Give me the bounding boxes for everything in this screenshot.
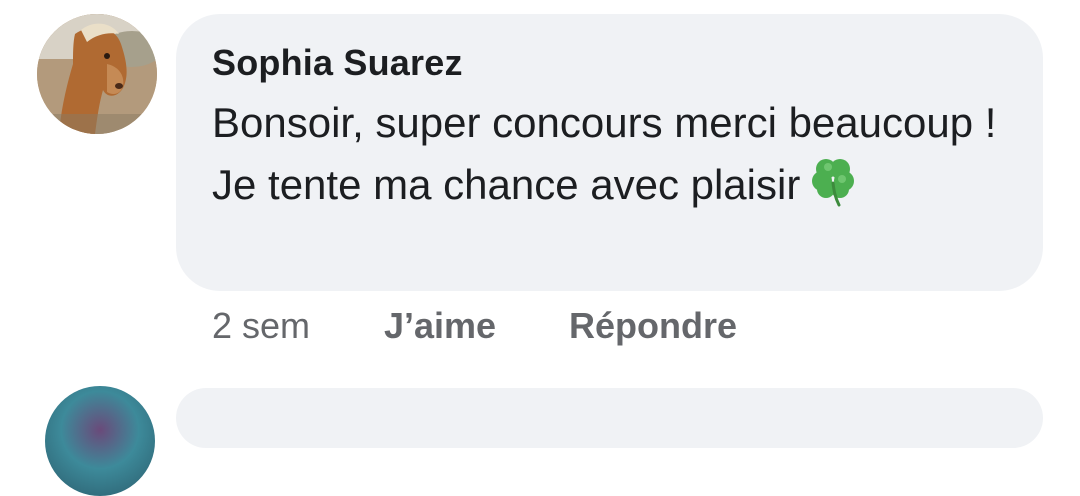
four-leaf-clover-icon	[806, 153, 860, 207]
timestamp[interactable]: 2 sem	[212, 305, 310, 347]
comment-bubble: Sophia Suarez Bonsoir, super concours me…	[176, 14, 1043, 291]
comment-item: Sophia Suarez Bonsoir, super concours me…	[0, 0, 1080, 496]
comment-text-block: Bonsoir, super concours merci beaucoup !…	[212, 92, 1012, 215]
horse-avatar-image	[37, 14, 157, 134]
reply-button[interactable]: Répondre	[569, 305, 737, 347]
next-comment-bubble	[176, 388, 1043, 448]
avatar[interactable]	[37, 14, 157, 134]
next-comment-avatar[interactable]	[45, 386, 155, 496]
like-button[interactable]: J’aime	[384, 305, 496, 347]
author-name[interactable]: Sophia Suarez	[212, 42, 463, 84]
comment-text: Bonsoir, super concours merci beaucoup !…	[212, 99, 997, 208]
